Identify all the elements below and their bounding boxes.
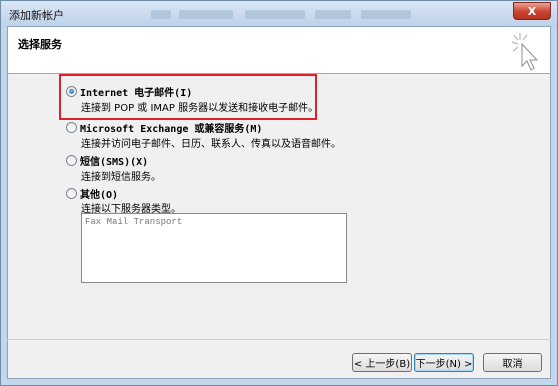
- sms-label[interactable]: 短信(SMS)(X): [80, 153, 148, 168]
- next-button-label: 下一步(N) >: [415, 359, 473, 370]
- exchange-label[interactable]: Microsoft Exchange 或兼容服务(M): [80, 120, 262, 135]
- list-item[interactable]: Fax Mail Transport: [85, 217, 182, 227]
- close-icon: X: [527, 4, 537, 18]
- sms-description: 连接到短信服务。: [81, 172, 161, 183]
- next-button[interactable]: 下一步(N) >: [414, 353, 474, 372]
- blurred-title-region: [361, 10, 411, 19]
- add-account-dialog: 添加新帐户 X 选择服务 Internet 电子邮件(I) 连接到 POP 或 …: [0, 0, 558, 386]
- title-bar[interactable]: 添加新帐户 X: [1, 1, 557, 27]
- server-type-list[interactable]: Fax Mail Transport: [81, 213, 347, 283]
- blurred-title-region: [179, 10, 233, 19]
- back-button-label: < 上一步(B): [353, 359, 411, 370]
- wizard-cursor-icon: [511, 33, 539, 71]
- wizard-header: 选择服务: [8, 27, 550, 74]
- page-title: 选择服务: [18, 38, 62, 51]
- close-button[interactable]: X: [513, 2, 551, 20]
- cancel-button[interactable]: 取消: [483, 353, 542, 372]
- blurred-title-region: [315, 10, 351, 19]
- cancel-button-label: 取消: [502, 359, 523, 370]
- back-button[interactable]: < 上一步(B): [352, 353, 412, 372]
- other-label[interactable]: 其他(O): [80, 186, 118, 201]
- footer-divider: [7, 339, 551, 340]
- exchange-description: 连接并访问电子邮件、日历、联系人、传真以及语音邮件。: [81, 139, 341, 150]
- highlight-annotation: [59, 74, 317, 120]
- sms-radio[interactable]: [66, 155, 77, 166]
- blurred-title-region: [245, 10, 305, 19]
- other-radio[interactable]: [66, 188, 77, 199]
- exchange-radio[interactable]: [66, 122, 77, 133]
- blurred-title-region: [151, 10, 171, 19]
- window-title: 添加新帐户: [9, 9, 64, 22]
